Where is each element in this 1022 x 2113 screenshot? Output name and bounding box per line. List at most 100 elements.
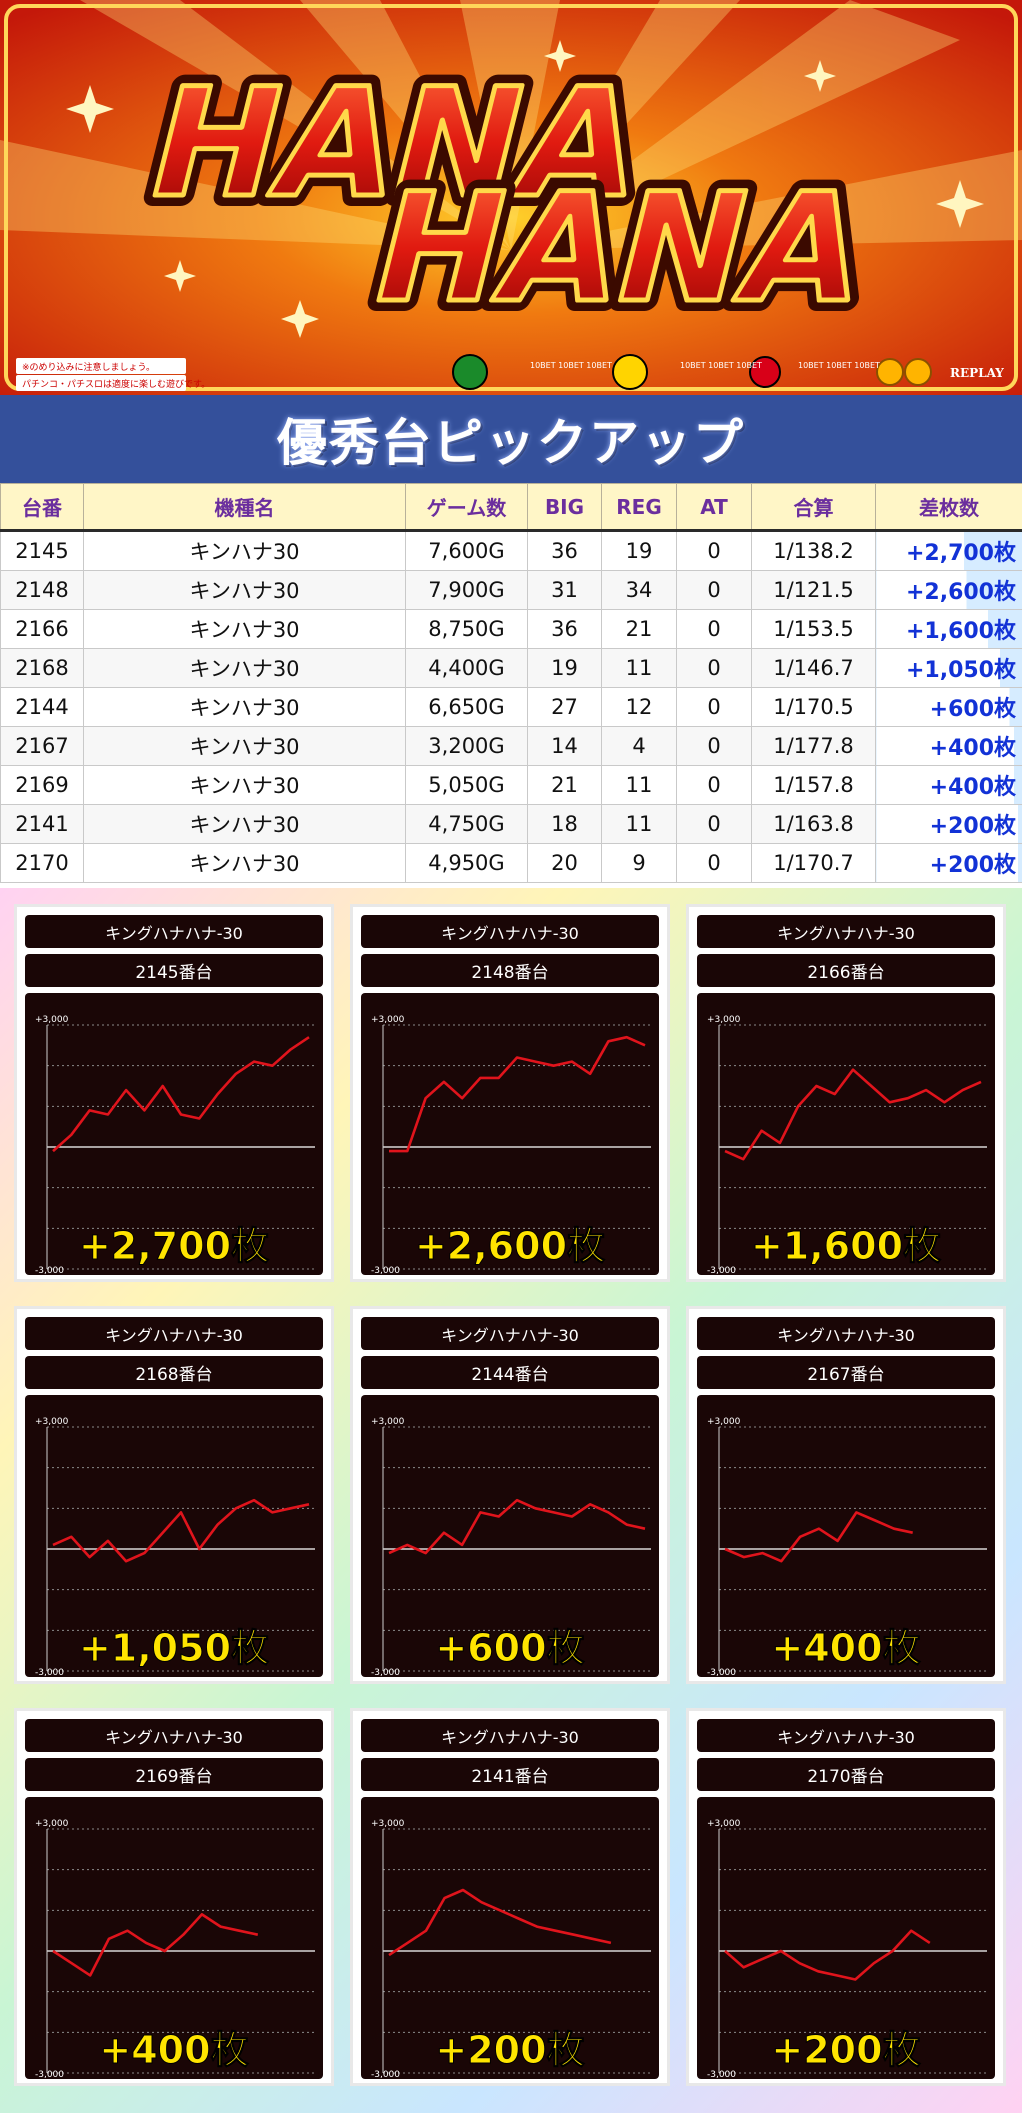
cell-at: 0 xyxy=(676,648,752,688)
chart-panel: キングハナハナ-30 2144番台 +3,000 -3,000 +600枚 xyxy=(350,1306,670,1684)
cell-game-count: 4,750G xyxy=(405,804,528,844)
column-header-reg: REG xyxy=(601,483,677,532)
chart-unit-label: 2168番台 xyxy=(25,1356,323,1389)
chart-machine-title: キングハナハナ-30 xyxy=(25,1317,323,1350)
cell-combined-odds: 1/138.2 xyxy=(751,530,876,571)
column-header-game-count: ゲーム数 xyxy=(405,483,528,532)
cell-reg: 11 xyxy=(601,648,677,688)
cell-game-count: 4,400G xyxy=(405,648,528,688)
cell-reg: 34 xyxy=(601,570,677,610)
svg-text:10BET 10BET 10BET: 10BET 10BET 10BET xyxy=(798,361,880,370)
cell-unit-number: 2167 xyxy=(0,726,84,766)
chart-panel: キングハナハナ-30 2145番台 +3,000 -3,000 +2,700枚 xyxy=(14,904,334,1282)
table-body: 2145 キンハナ30 7,600G 36 19 0 1/138.2 +2,700枚 2148 キ… xyxy=(0,530,1022,883)
cell-game-count: 6,650G xyxy=(405,687,528,727)
chart-machine-title: キングハナハナ-30 xyxy=(361,915,659,948)
cell-coin-difference: +2,700枚 xyxy=(875,530,1022,571)
y-tick-label: -3,000 xyxy=(35,1266,64,1275)
cell-machine-name: キンハナ30 xyxy=(83,843,406,883)
line-chart: +3,000 -3,000 +1,050枚 xyxy=(25,1395,323,1677)
result-label: +200枚 xyxy=(435,2028,584,2072)
cell-coin-difference: +200枚 xyxy=(875,804,1022,844)
chart-unit-label: 2169番台 xyxy=(25,1758,323,1791)
chart-machine-title: キングハナハナ-30 xyxy=(25,915,323,948)
chart-panel: キングハナハナ-30 2170番台 +3,000 -3,000 +200枚 xyxy=(686,1708,1006,2086)
line-chart: +3,000 -3,000 +200枚 xyxy=(697,1797,995,2079)
section-title: 優秀台ピックアップ xyxy=(0,395,1022,483)
cell-at: 0 xyxy=(676,804,752,844)
result-label: +200枚 xyxy=(771,2028,920,2072)
result-label: +2,600枚 xyxy=(415,1224,605,1268)
cell-big: 36 xyxy=(527,609,602,649)
cell-unit-number: 2148 xyxy=(0,570,84,610)
column-header-at: AT xyxy=(676,483,752,532)
line-chart: +3,000 -3,000 +400枚 xyxy=(25,1797,323,2079)
cell-unit-number: 2166 xyxy=(0,609,84,649)
cell-combined-odds: 1/170.7 xyxy=(751,843,876,883)
watermelon-icon xyxy=(452,354,488,390)
cell-game-count: 4,950G xyxy=(405,843,528,883)
y-tick-label: -3,000 xyxy=(707,1668,736,1677)
chart-unit-label: 2170番台 xyxy=(697,1758,995,1791)
cell-reg: 11 xyxy=(601,804,677,844)
y-tick-label: +3,000 xyxy=(35,1819,69,1829)
cell-at: 0 xyxy=(676,530,752,571)
y-tick-label: +3,000 xyxy=(371,1417,405,1427)
cell-combined-odds: 1/177.8 xyxy=(751,726,876,766)
cell-coin-difference: +1,600枚 xyxy=(875,609,1022,649)
cell-big: 19 xyxy=(527,648,602,688)
cell-combined-odds: 1/163.8 xyxy=(751,804,876,844)
svg-text:10BET 10BET 10BET: 10BET 10BET 10BET xyxy=(530,361,612,370)
line-chart: +3,000 -3,000 +1,600枚 xyxy=(697,993,995,1275)
table-row: 2145 キンハナ30 7,600G 36 19 0 1/138.2 +2,700枚 xyxy=(0,530,1022,571)
svg-text:パチンコ・パチスロは適度に楽しむ遊びです。: パチンコ・パチスロは適度に楽しむ遊びです。 xyxy=(22,378,210,390)
result-label: +1,050枚 xyxy=(79,1626,269,1670)
cell-big: 20 xyxy=(527,843,602,883)
cell-at: 0 xyxy=(676,570,752,610)
cell-game-count: 3,200G xyxy=(405,726,528,766)
chart-machine-title: キングハナハナ-30 xyxy=(697,1719,995,1752)
cell-unit-number: 2169 xyxy=(0,765,84,805)
cell-unit-number: 2141 xyxy=(0,804,84,844)
cell-reg: 9 xyxy=(601,843,677,883)
cell-machine-name: キンハナ30 xyxy=(83,726,406,766)
chart-unit-label: 2145番台 xyxy=(25,954,323,987)
y-tick-label: +3,000 xyxy=(707,1819,741,1829)
cell-reg: 11 xyxy=(601,765,677,805)
chart-unit-label: 2144番台 xyxy=(361,1356,659,1389)
cell-coin-difference: +400枚 xyxy=(875,765,1022,805)
table-row: 2166 キンハナ30 8,750G 36 21 0 1/153.5 +1,600枚 xyxy=(0,609,1022,649)
result-label: +400枚 xyxy=(771,1626,920,1670)
chart-machine-title: キングハナハナ-30 xyxy=(25,1719,323,1752)
table-row: 2170 キンハナ30 4,950G 20 9 0 1/170.7 +200枚 xyxy=(0,843,1022,883)
cell-combined-odds: 1/146.7 xyxy=(751,648,876,688)
table-row: 2148 キンハナ30 7,900G 31 34 0 1/121.5 +2,600枚 xyxy=(0,570,1022,610)
chart-panel: キングハナハナ-30 2166番台 +3,000 -3,000 +1,600枚 xyxy=(686,904,1006,1282)
cell-game-count: 7,600G xyxy=(405,530,528,571)
cell-machine-name: キンハナ30 xyxy=(83,804,406,844)
column-header-combined-odds: 合算 xyxy=(751,483,876,532)
cell-at: 0 xyxy=(676,726,752,766)
line-chart: +3,000 -3,000 +2,700枚 xyxy=(25,993,323,1275)
y-tick-label: -3,000 xyxy=(371,2070,400,2079)
cell-game-count: 7,900G xyxy=(405,570,528,610)
cell-coin-difference: +400枚 xyxy=(875,726,1022,766)
y-tick-label: -3,000 xyxy=(707,2070,736,2079)
chart-unit-label: 2166番台 xyxy=(697,954,995,987)
cell-unit-number: 2170 xyxy=(0,843,84,883)
result-label: +600枚 xyxy=(435,1626,584,1670)
cell-big: 21 xyxy=(527,765,602,805)
svg-text:※のめり込みに注意しましょう。: ※のめり込みに注意しましょう。 xyxy=(22,361,155,373)
result-label: +1,600枚 xyxy=(751,1224,941,1268)
table-row: 2144 キンハナ30 6,650G 27 12 0 1/170.5 +600枚 xyxy=(0,687,1022,727)
cell-machine-name: キンハナ30 xyxy=(83,609,406,649)
replay-coin-icon xyxy=(876,358,904,386)
svg-text:10BET 10BET 10BET: 10BET 10BET 10BET xyxy=(680,361,762,370)
cell-big: 31 xyxy=(527,570,602,610)
cell-big: 14 xyxy=(527,726,602,766)
cell-combined-odds: 1/157.8 xyxy=(751,765,876,805)
y-tick-label: +3,000 xyxy=(371,1015,405,1025)
result-label: +400枚 xyxy=(99,2028,248,2072)
svg-text:REPLAY: REPLAY xyxy=(950,366,1004,380)
cell-at: 0 xyxy=(676,609,752,649)
